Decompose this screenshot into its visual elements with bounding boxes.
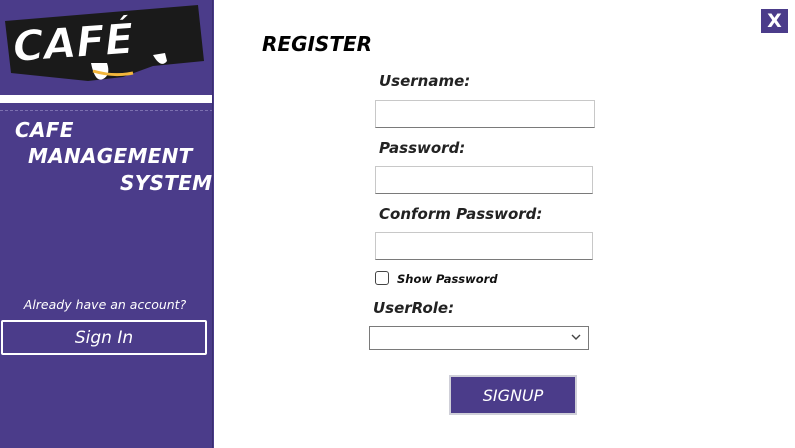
already-have-account-text: Already have an account? [23,297,187,312]
username-label: Username: [379,72,471,90]
show-password-label: Show Password [397,272,498,286]
username-input[interactable] [375,100,595,128]
confirm-password-label: Conform Password: [379,205,543,223]
show-password-checkbox[interactable] [375,271,389,285]
sidebar-border [212,0,213,448]
app-title-line-3: SYSTEM [120,171,213,195]
password-label: Password: [379,139,466,157]
sidebar: CAFÉ CAFE MANAGEMENT SYSTEM Already have… [0,0,214,448]
divider-dashed [0,110,213,111]
app-title-line-1: CAFE [15,118,74,142]
signup-button[interactable]: SIGNUP [449,375,577,415]
cafe-logo: CAFÉ [3,3,207,87]
svg-text:CAFÉ: CAFÉ [11,13,135,71]
app-title-line-2: MANAGEMENT [28,144,193,168]
divider-bar [0,95,213,103]
close-button[interactable]: X [761,9,788,33]
confirm-password-input[interactable] [375,232,593,260]
page-title: REGISTER [262,32,373,56]
chevron-down-icon [571,334,581,340]
userrole-label: UserRole: [373,299,455,317]
password-input[interactable] [375,166,593,194]
sign-in-button[interactable]: Sign In [1,320,207,355]
userrole-select[interactable] [369,326,589,350]
